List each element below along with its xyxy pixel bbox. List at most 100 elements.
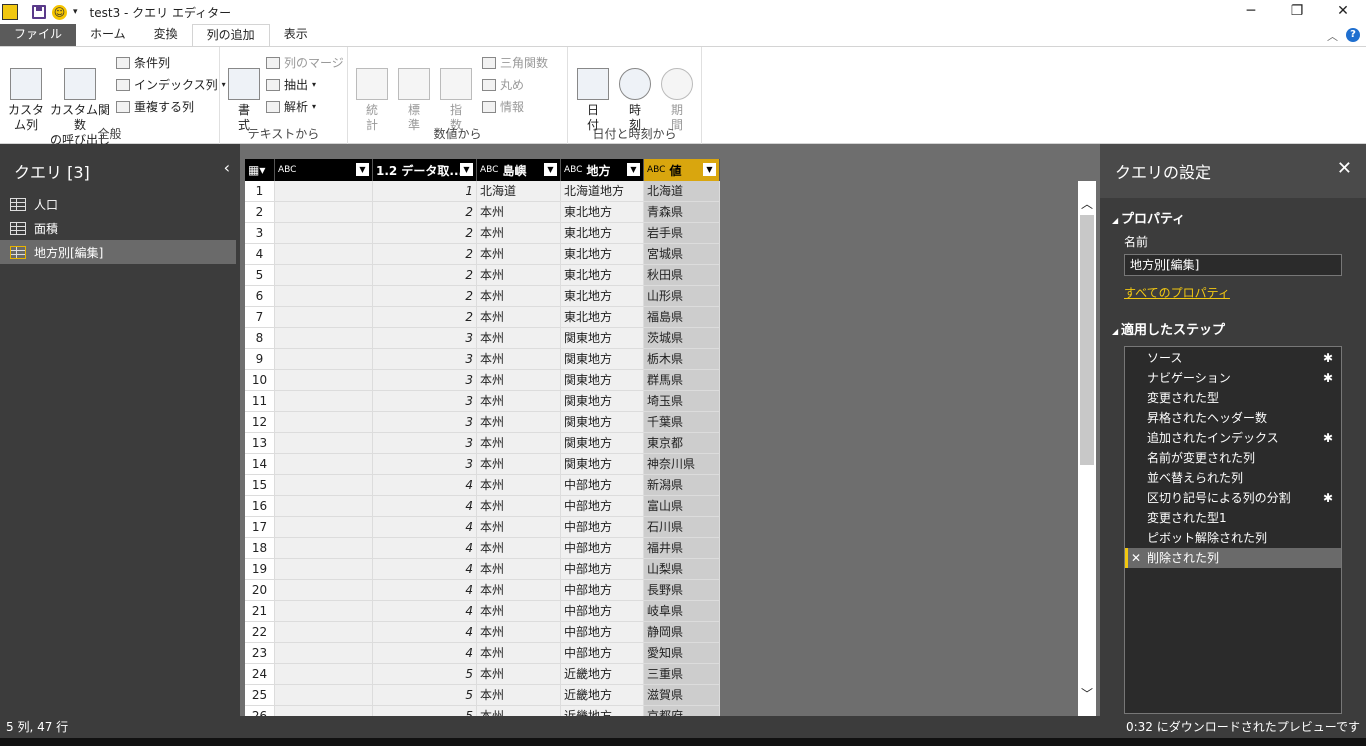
table-cell[interactable]: 4 bbox=[373, 601, 477, 621]
table-cell[interactable] bbox=[275, 328, 373, 348]
table-cell[interactable]: 静岡県 bbox=[644, 622, 720, 642]
applied-step-item[interactable]: ソース ✱ bbox=[1125, 348, 1341, 368]
table-cell[interactable]: 新潟県 bbox=[644, 475, 720, 495]
table-cell[interactable]: 茨城県 bbox=[644, 328, 720, 348]
table-cell[interactable]: 関東地方 bbox=[561, 370, 644, 390]
table-cell[interactable] bbox=[275, 265, 373, 285]
save-icon[interactable] bbox=[32, 5, 46, 19]
applied-step-item[interactable]: 区切り記号による列の分割 ✱ bbox=[1125, 488, 1341, 508]
scroll-down-icon[interactable]: ﹀ bbox=[1081, 685, 1093, 702]
table-cell[interactable]: 中部地方 bbox=[561, 643, 644, 663]
table-cell[interactable] bbox=[275, 517, 373, 537]
table-cell[interactable]: 本州 bbox=[477, 475, 561, 495]
table-cell[interactable]: 2 bbox=[373, 223, 477, 243]
table-cell[interactable] bbox=[275, 349, 373, 369]
extract-button[interactable]: 抽出 ▾ bbox=[266, 77, 316, 93]
table-cell[interactable]: 岩手県 bbox=[644, 223, 720, 243]
table-cell[interactable]: 4 bbox=[373, 643, 477, 663]
conditional-column-button[interactable]: 条件列 bbox=[116, 55, 170, 71]
table-row[interactable]: 16 4 本州 中部地方 富山県 bbox=[245, 496, 720, 517]
table-cell[interactable]: 2 bbox=[373, 244, 477, 264]
time-button[interactable]: 時 刻 bbox=[618, 53, 652, 133]
scroll-thumb[interactable] bbox=[1080, 215, 1094, 465]
table-cell[interactable]: 3 bbox=[373, 412, 477, 432]
table-cell[interactable]: 東北地方 bbox=[561, 223, 644, 243]
applied-step-item[interactable]: 並べ替えられた列 bbox=[1125, 468, 1341, 488]
index-column-button[interactable]: インデックス列 ▾ bbox=[116, 77, 226, 93]
table-cell[interactable]: 本州 bbox=[477, 517, 561, 537]
table-cell[interactable]: 1 bbox=[373, 181, 477, 201]
table-cell[interactable]: 栃木県 bbox=[644, 349, 720, 369]
custom-column-button[interactable]: カスタ ム列 bbox=[6, 53, 46, 133]
table-cell[interactable] bbox=[275, 601, 373, 621]
table-cell[interactable] bbox=[275, 307, 373, 327]
table-cell[interactable]: 千葉県 bbox=[644, 412, 720, 432]
table-menu-icon[interactable]: ▦▾ bbox=[245, 159, 275, 181]
applied-step-item[interactable]: 変更された型1 bbox=[1125, 508, 1341, 528]
table-row[interactable]: 17 4 本州 中部地方 石川県 bbox=[245, 517, 720, 538]
table-cell[interactable]: 近畿地方 bbox=[561, 706, 644, 716]
delete-step-icon[interactable]: ✕ bbox=[1131, 548, 1141, 568]
duration-button[interactable]: 期 間 bbox=[660, 53, 694, 133]
parse-button[interactable]: 解析 ▾ bbox=[266, 99, 316, 115]
table-cell[interactable]: 北海道 bbox=[644, 181, 720, 201]
table-cell[interactable] bbox=[275, 244, 373, 264]
table-cell[interactable]: 本州 bbox=[477, 538, 561, 558]
information-button[interactable]: 情報 bbox=[482, 99, 524, 115]
table-cell[interactable]: 本州 bbox=[477, 370, 561, 390]
table-cell[interactable]: 群馬県 bbox=[644, 370, 720, 390]
table-cell[interactable]: 4 bbox=[373, 622, 477, 642]
table-cell[interactable]: 4 bbox=[373, 538, 477, 558]
all-properties-link[interactable]: すべてのプロパティ bbox=[1100, 284, 1366, 301]
column-header-5[interactable]: ABC 値 ▼ bbox=[644, 159, 720, 181]
table-cell[interactable]: 本州 bbox=[477, 202, 561, 222]
table-cell[interactable]: 中部地方 bbox=[561, 559, 644, 579]
tab-home[interactable]: ホーム bbox=[76, 24, 140, 46]
table-cell[interactable]: 関東地方 bbox=[561, 454, 644, 474]
table-cell[interactable]: 中部地方 bbox=[561, 601, 644, 621]
table-cell[interactable] bbox=[275, 286, 373, 306]
table-cell[interactable]: 2 bbox=[373, 202, 477, 222]
table-cell[interactable]: 関東地方 bbox=[561, 391, 644, 411]
table-cell[interactable]: 石川県 bbox=[644, 517, 720, 537]
tab-file[interactable]: ファイル bbox=[0, 24, 77, 46]
table-cell[interactable]: 関東地方 bbox=[561, 328, 644, 348]
table-row[interactable]: 5 2 本州 東北地方 秋田県 bbox=[245, 265, 720, 286]
filter-dropdown-icon[interactable]: ▼ bbox=[627, 163, 640, 176]
table-row[interactable]: 12 3 本州 関東地方 千葉県 bbox=[245, 412, 720, 433]
smiley-feedback-icon[interactable]: ☺ bbox=[52, 4, 67, 20]
table-cell[interactable]: 3 bbox=[373, 349, 477, 369]
table-cell[interactable]: 東北地方 bbox=[561, 307, 644, 327]
applied-step-item[interactable]: ナビゲーション ✱ bbox=[1125, 368, 1341, 388]
table-row[interactable]: 10 3 本州 関東地方 群馬県 bbox=[245, 370, 720, 391]
table-cell[interactable] bbox=[275, 202, 373, 222]
gear-icon[interactable]: ✱ bbox=[1323, 368, 1333, 388]
table-cell[interactable] bbox=[275, 475, 373, 495]
table-cell[interactable]: 5 bbox=[373, 664, 477, 684]
table-cell[interactable]: 3 bbox=[373, 391, 477, 411]
table-row[interactable]: 14 3 本州 関東地方 神奈川県 bbox=[245, 454, 720, 475]
table-cell[interactable]: 本州 bbox=[477, 580, 561, 600]
table-cell[interactable]: 山梨県 bbox=[644, 559, 720, 579]
table-cell[interactable]: 関東地方 bbox=[561, 433, 644, 453]
minimize-button[interactable]: ─ bbox=[1228, 0, 1274, 24]
table-cell[interactable]: 本州 bbox=[477, 601, 561, 621]
table-cell[interactable]: 本州 bbox=[477, 664, 561, 684]
qa-dropdown-icon[interactable]: ▾ bbox=[73, 7, 78, 17]
table-row[interactable]: 22 4 本州 中部地方 静岡県 bbox=[245, 622, 720, 643]
trigonometry-button[interactable]: 三角関数 bbox=[482, 55, 548, 71]
table-cell[interactable] bbox=[275, 622, 373, 642]
applied-step-item[interactable]: 追加されたインデックス ✱ bbox=[1125, 428, 1341, 448]
table-cell[interactable]: 中部地方 bbox=[561, 538, 644, 558]
table-cell[interactable]: 長野県 bbox=[644, 580, 720, 600]
table-cell[interactable]: 関東地方 bbox=[561, 349, 644, 369]
applied-step-item[interactable]: ピボット解除された列 bbox=[1125, 528, 1341, 548]
filter-dropdown-icon[interactable]: ▼ bbox=[544, 163, 557, 176]
statistics-button[interactable]: 統 計 bbox=[356, 53, 388, 133]
table-cell[interactable]: 本州 bbox=[477, 433, 561, 453]
table-cell[interactable]: 東北地方 bbox=[561, 244, 644, 264]
table-cell[interactable]: 中部地方 bbox=[561, 622, 644, 642]
query-item-area[interactable]: 面積 bbox=[0, 216, 236, 240]
filter-dropdown-icon[interactable]: ▼ bbox=[703, 163, 716, 176]
date-button[interactable]: 日 付 bbox=[576, 53, 610, 133]
